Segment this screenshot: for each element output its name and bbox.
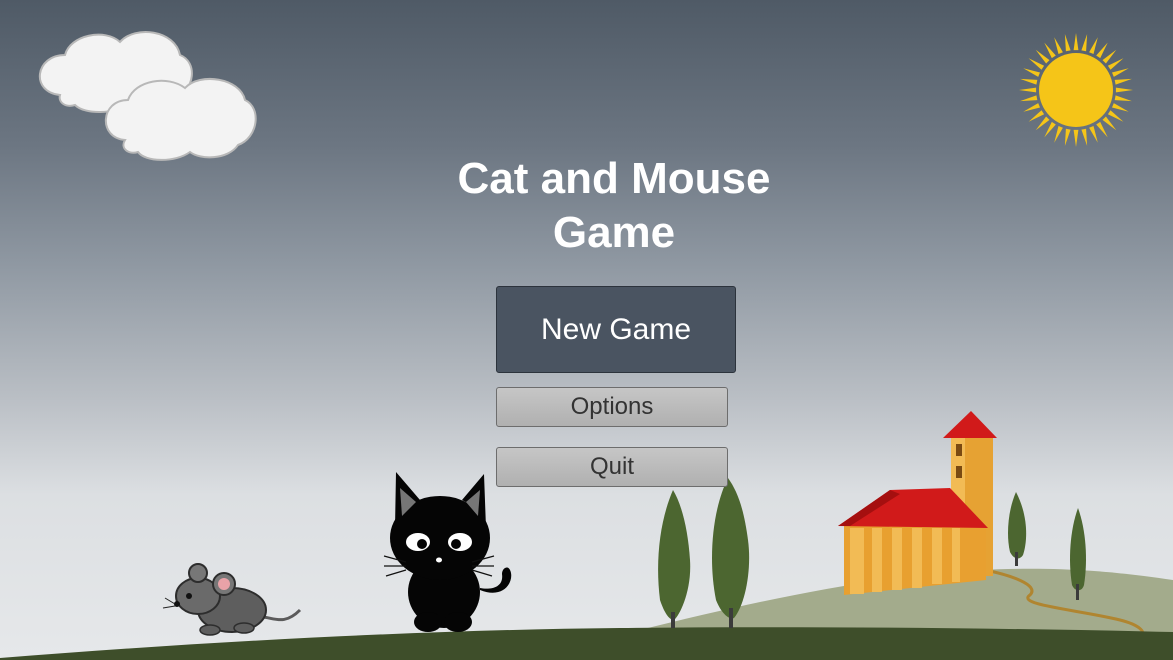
quit-button[interactable]: Quit (496, 447, 728, 487)
cat-character (383, 472, 512, 632)
quit-button-label: Quit (589, 453, 634, 480)
tree-icon (712, 478, 750, 628)
game-title-line-2: Game (552, 208, 676, 257)
new-game-button[interactable]: New Game (496, 286, 736, 373)
church-icon (838, 411, 997, 595)
game-stage: Cat and Mouse Game New Game Options Quit (0, 0, 1173, 660)
tree-icon (1008, 492, 1027, 566)
ground (0, 627, 1173, 660)
options-button[interactable]: Options (496, 387, 728, 427)
options-button-label: Options (570, 393, 654, 420)
tree-icon (658, 490, 691, 628)
sun-icon (1019, 33, 1133, 147)
mouse-character (162, 563, 302, 636)
new-game-button-label: New Game (540, 312, 692, 346)
game-title: Cat and Mouse Game (414, 152, 814, 260)
game-title-line-1: Cat and Mouse (457, 154, 771, 203)
